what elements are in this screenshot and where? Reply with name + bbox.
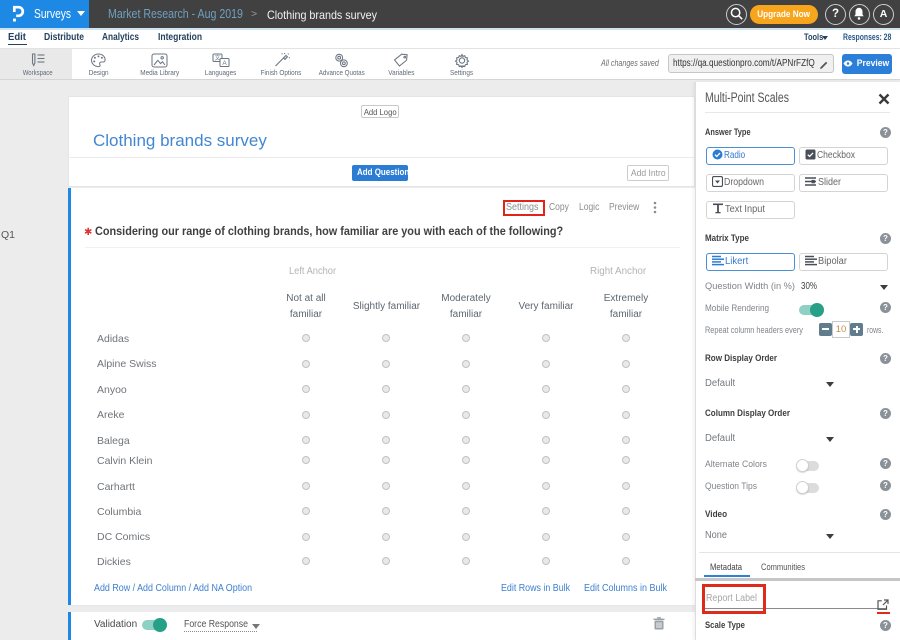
svg-text:文: 文 xyxy=(214,54,220,62)
svg-text:A: A xyxy=(222,60,227,67)
